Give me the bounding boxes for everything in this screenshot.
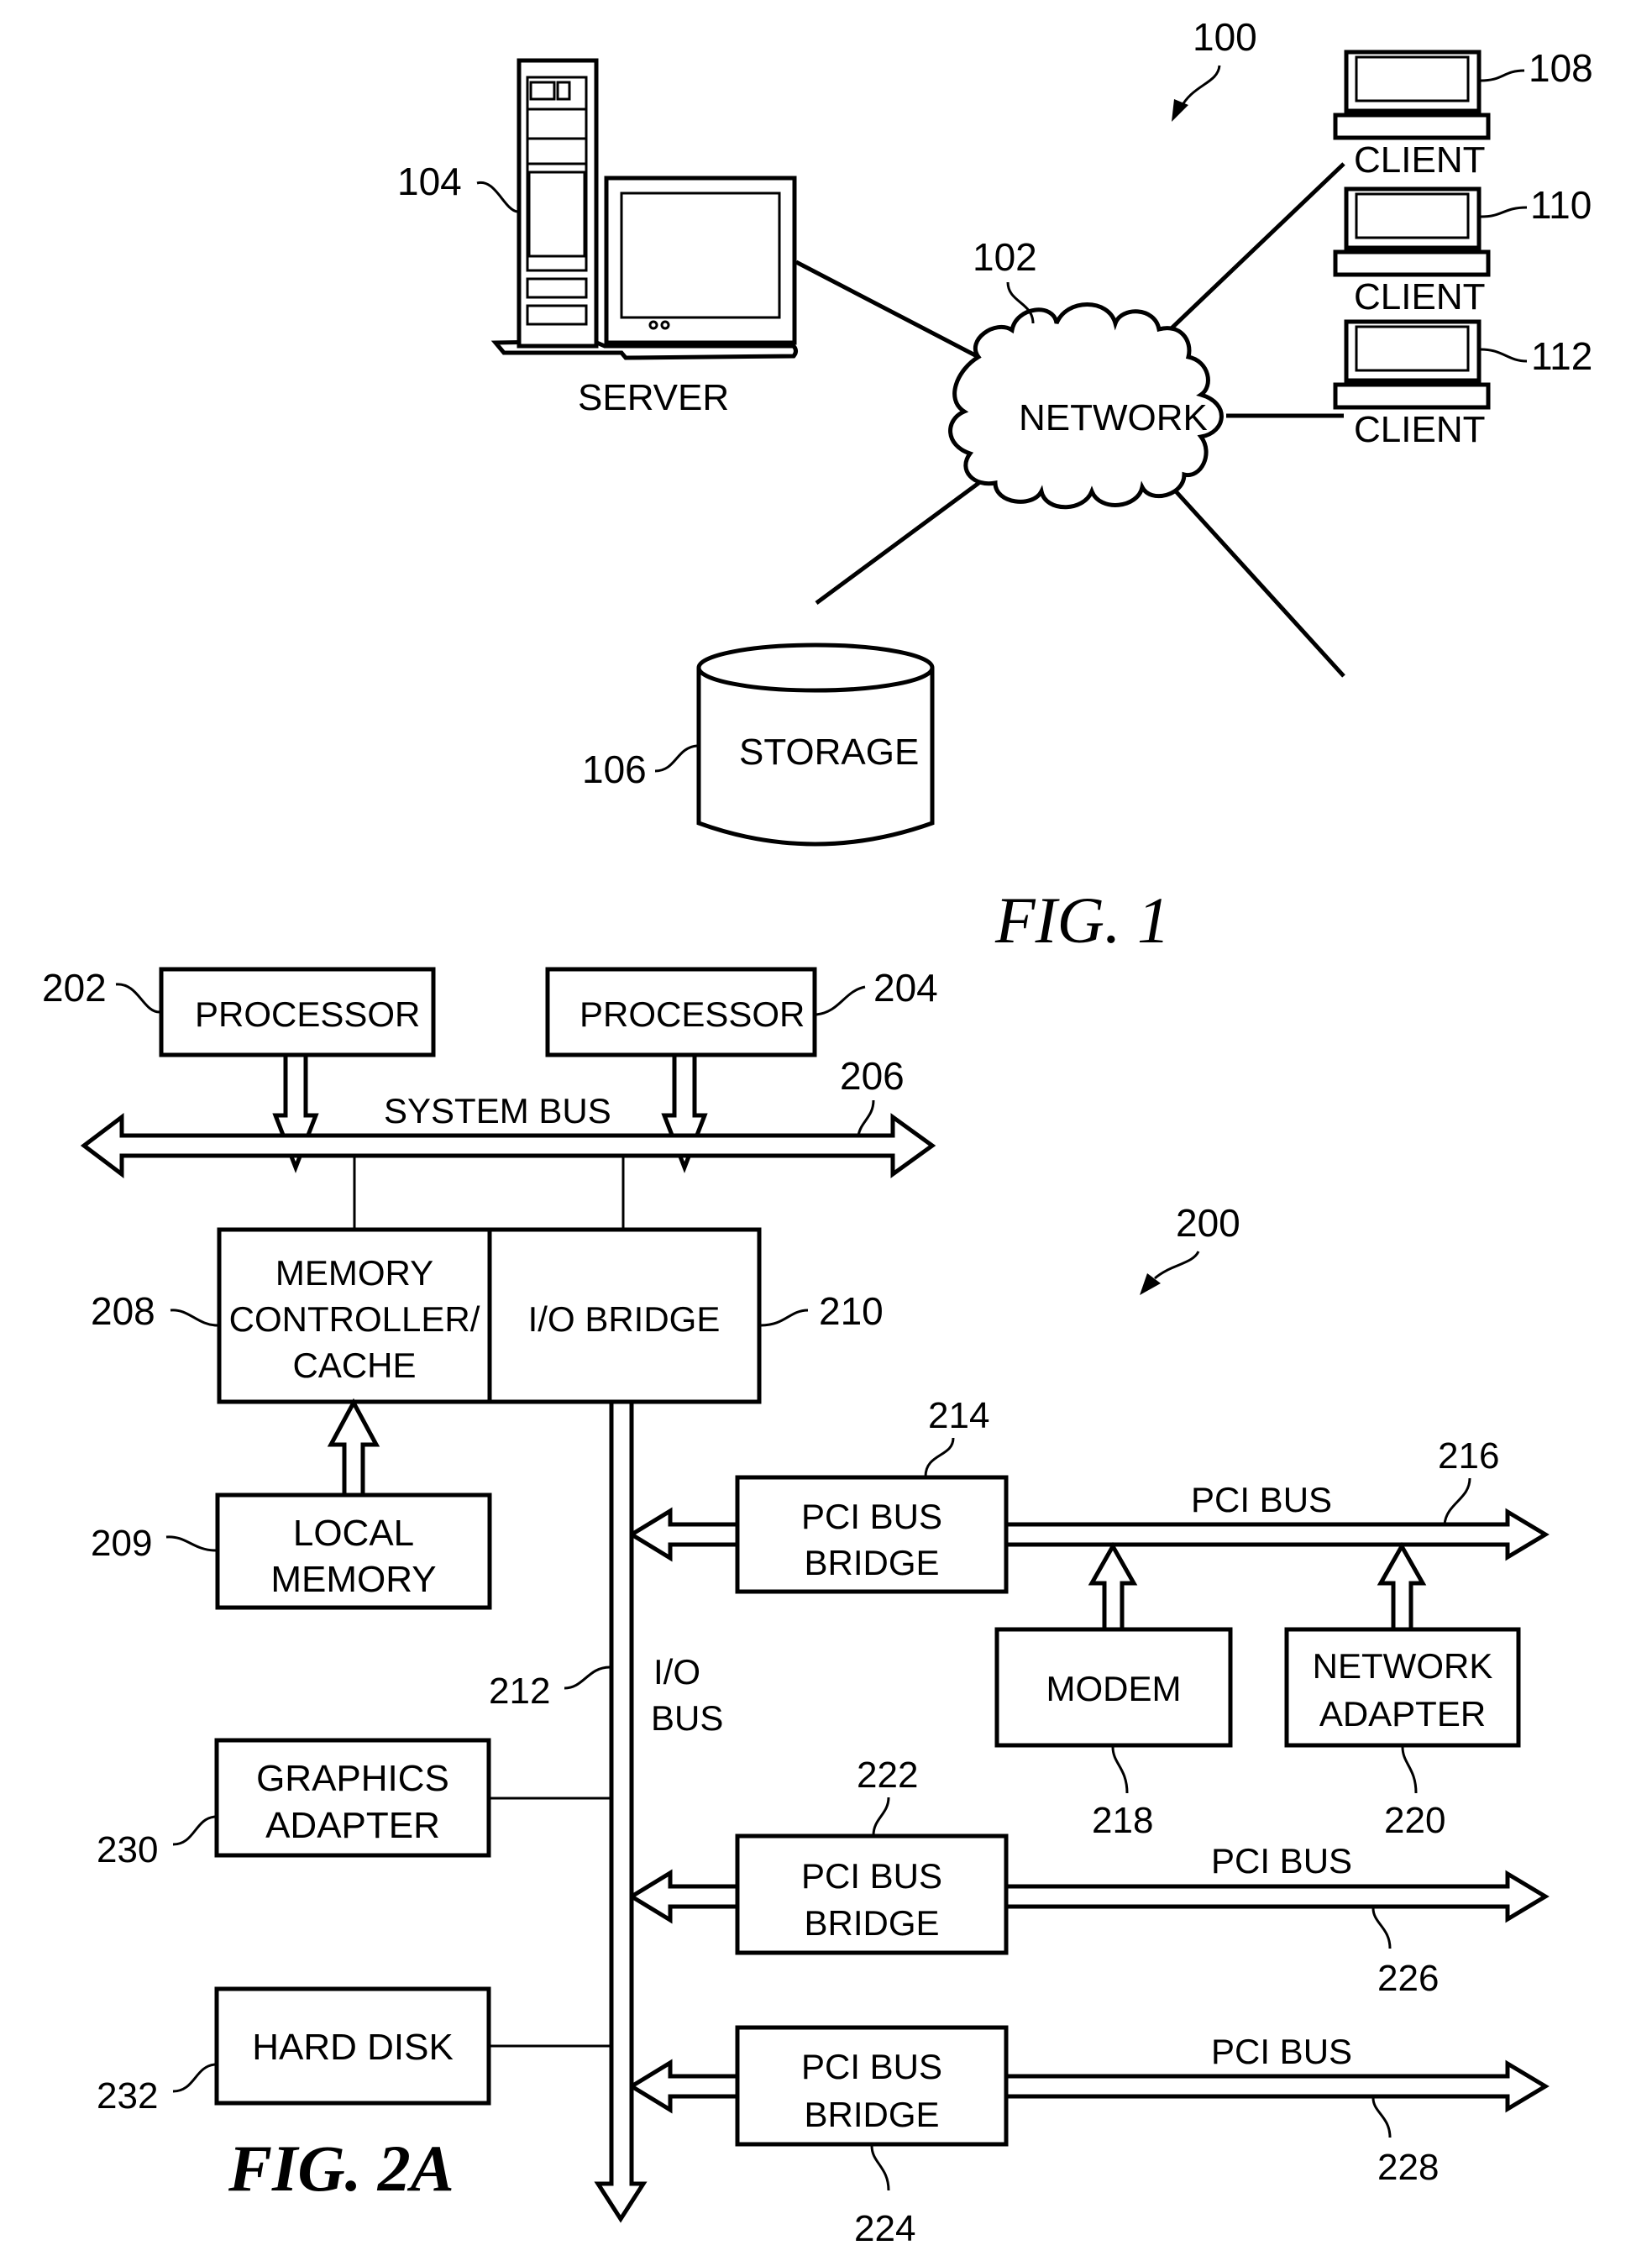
system-bus-label: SYSTEM BUS bbox=[384, 1091, 611, 1130]
ref-106-leader bbox=[654, 744, 698, 773]
storage-label: STORAGE bbox=[739, 732, 919, 773]
fig1: 100 104 SERVER NETWORK 102 STORAGE 106 C… bbox=[397, 15, 1593, 957]
pci-bridge-224-line-2: BRIDGE bbox=[804, 2095, 939, 2134]
ref-214: 214 bbox=[928, 1395, 989, 1436]
ref-232: 232 bbox=[97, 2075, 158, 2117]
client-keyboard bbox=[1333, 249, 1491, 277]
ref-222: 222 bbox=[857, 1755, 918, 1796]
fig1-caption: FIG. 1 bbox=[994, 884, 1170, 957]
fig2a-caption: FIG. 2A bbox=[228, 2132, 454, 2205]
hard-disk-label: HARD DISK bbox=[252, 2027, 454, 2068]
modem-arrow bbox=[1088, 1541, 1138, 1629]
link-network-storage bbox=[815, 475, 989, 606]
client-label: CLIENT bbox=[1354, 139, 1485, 181]
memctrl-line-2: CONTROLLER/ bbox=[229, 1299, 480, 1339]
local-memory-arrow bbox=[327, 1398, 380, 1493]
client-108: CLIENT 108 bbox=[1333, 46, 1593, 181]
pci-bridge-214-line-1: PCI BUS bbox=[801, 1497, 942, 1536]
ref-210: 210 bbox=[819, 1289, 884, 1333]
memctrl-line-1: MEMORY bbox=[275, 1253, 433, 1293]
ref-228: 228 bbox=[1377, 2147, 1439, 2188]
processor-204-label: PROCESSOR bbox=[580, 994, 805, 1034]
pci-bridge-214-line-2: BRIDGE bbox=[804, 1543, 939, 1582]
pci-bridge-224-line-1: PCI BUS bbox=[801, 2047, 942, 2086]
ref-102: 102 bbox=[973, 235, 1037, 279]
client-keyboard bbox=[1333, 382, 1491, 410]
pci-bus-228-label: PCI BUS bbox=[1211, 2032, 1352, 2071]
server-label: SERVER bbox=[578, 377, 729, 418]
modem-label: MODEM bbox=[1046, 1669, 1182, 1708]
pci-bus-216-label: PCI BUS bbox=[1191, 1480, 1332, 1519]
ref-200: 200 bbox=[1176, 1201, 1240, 1245]
io-bus bbox=[594, 1403, 648, 2223]
io-bus-line-1: I/O bbox=[653, 1652, 700, 1692]
io-bus-line-2: BUS bbox=[651, 1698, 723, 1738]
ref-106: 106 bbox=[582, 748, 647, 791]
ref-202: 202 bbox=[42, 966, 107, 1010]
ref-220: 220 bbox=[1384, 1800, 1445, 1841]
pci-bridge-222-line-1: PCI BUS bbox=[801, 1856, 942, 1896]
graphics-adapter-line-2: ADAPTER bbox=[265, 1805, 440, 1846]
client-keyboard bbox=[1333, 113, 1491, 140]
ref-104-leader bbox=[476, 181, 518, 213]
iobridge-label: I/O BRIDGE bbox=[528, 1299, 721, 1339]
ref-100-arrow bbox=[1178, 65, 1221, 110]
pci-214-left-arrow bbox=[630, 1507, 737, 1562]
client-label: CLIENT bbox=[1354, 409, 1485, 450]
link-server-network bbox=[795, 260, 980, 359]
ref-209: 209 bbox=[91, 1523, 152, 1564]
memctrl-line-3: CACHE bbox=[292, 1346, 416, 1385]
fig2a: 200 PROCESSOR 202 PROCESSOR 204 SYSTEM B… bbox=[42, 966, 1550, 2249]
ref-104: 104 bbox=[397, 160, 462, 203]
network-adapter-arrow bbox=[1377, 1541, 1427, 1629]
ref-212: 212 bbox=[489, 1671, 550, 1712]
ref-206: 206 bbox=[840, 1054, 905, 1098]
ref-112: 112 bbox=[1531, 334, 1592, 378]
network-label: NETWORK bbox=[1019, 397, 1208, 438]
graphics-adapter-line-1: GRAPHICS bbox=[256, 1758, 449, 1799]
pci-222-left-arrow bbox=[630, 1869, 737, 1924]
processor-202-label: PROCESSOR bbox=[195, 994, 420, 1034]
pci-bridge-222-line-2: BRIDGE bbox=[804, 1903, 939, 1943]
ref-110: 110 bbox=[1530, 183, 1592, 227]
ref-100: 100 bbox=[1193, 15, 1257, 59]
patent-drawing-sheet: 100 104 SERVER NETWORK 102 STORAGE 106 C… bbox=[42, 15, 1593, 2249]
ref-216: 216 bbox=[1438, 1435, 1499, 1477]
ref-226: 226 bbox=[1377, 1958, 1439, 1999]
ref-100-arrowhead bbox=[1172, 99, 1188, 122]
client-110: CLIENT 110 bbox=[1333, 183, 1592, 317]
ref-224: 224 bbox=[854, 2208, 915, 2249]
network-adapter-line-2: ADAPTER bbox=[1319, 1694, 1486, 1734]
ref-230: 230 bbox=[97, 1829, 158, 1870]
client-112: CLIENT 112 bbox=[1333, 319, 1592, 450]
link-network-client-108 bbox=[1157, 162, 1345, 342]
pci-bus-226-label: PCI BUS bbox=[1211, 1841, 1352, 1881]
pci-bus-226 bbox=[1006, 1870, 1550, 1923]
local-memory-line-2: MEMORY bbox=[270, 1559, 436, 1600]
ref-108: 108 bbox=[1529, 46, 1593, 90]
storage-top bbox=[696, 643, 935, 693]
ref-204: 204 bbox=[873, 966, 938, 1010]
pci-224-left-arrow bbox=[630, 2059, 737, 2114]
local-memory-line-1: LOCAL bbox=[293, 1513, 414, 1554]
ref-208: 208 bbox=[91, 1289, 155, 1333]
network-adapter-line-1: NETWORK bbox=[1313, 1646, 1493, 1686]
server bbox=[490, 58, 798, 360]
link-network-client-112 bbox=[1174, 490, 1345, 678]
ref-218: 218 bbox=[1092, 1800, 1153, 1841]
client-label: CLIENT bbox=[1354, 276, 1485, 317]
